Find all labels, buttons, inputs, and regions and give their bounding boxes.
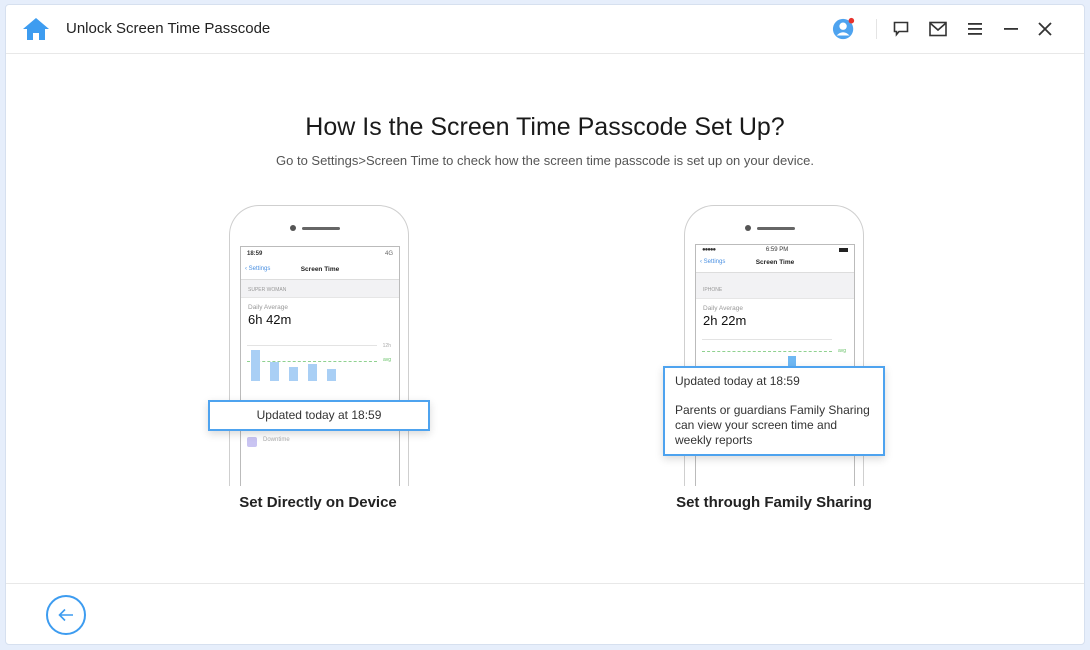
notification-dot <box>848 17 855 24</box>
avg-label: avg <box>837 348 846 354</box>
feedback-button[interactable] <box>889 17 913 41</box>
daily-average-value: 6h 42m <box>248 312 292 327</box>
nav-title: Screen Time <box>300 266 340 273</box>
chart-average-line <box>702 351 832 352</box>
home-icon[interactable] <box>22 17 50 41</box>
status-time: 6:59 PM <box>765 246 789 253</box>
page-heading: How Is the Screen Time Passcode Set Up? <box>305 113 785 141</box>
title-bar: Unlock Screen Time Passcode <box>6 5 1084 54</box>
section-header: IPHONE <box>696 273 854 299</box>
close-icon <box>1038 22 1052 36</box>
update-callout: Updated today at 18:59 <box>208 400 430 431</box>
account-button[interactable] <box>832 17 856 41</box>
mail-button[interactable] <box>926 17 950 41</box>
axis-top-label: 12h <box>382 343 391 349</box>
chart-gridline <box>247 345 377 346</box>
status-bar: ●●●●● 6:59 PM <box>696 245 854 254</box>
chart-bar <box>327 369 336 381</box>
chart-bar <box>289 367 298 381</box>
chat-bubble-icon <box>893 21 909 37</box>
user-account-icon <box>832 17 855 40</box>
phone-speaker <box>302 227 340 230</box>
callout-updated-text: Updated today at 18:59 <box>256 408 382 422</box>
option-caption[interactable]: Set through Family Sharing <box>644 494 904 511</box>
phone-screen: 18:59 4G ‹ Settings Screen Time SUPER WO… <box>240 246 400 486</box>
chart-gridline <box>702 339 832 340</box>
option-caption[interactable]: Set Directly on Device <box>198 494 438 511</box>
phone-camera <box>290 225 296 231</box>
nav-title: Screen Time <box>755 259 795 266</box>
status-time: 18:59 <box>247 251 263 257</box>
app-title: Unlock Screen Time Passcode <box>66 20 271 37</box>
downtime-icon <box>247 437 257 447</box>
daily-average-label: Daily Average <box>703 305 743 312</box>
page-subheading: Go to Settings>Screen Time to check how … <box>276 153 814 168</box>
signal-dots: ●●●●● <box>702 246 716 253</box>
footer-divider <box>6 583 1084 584</box>
nav-bar: ‹ Settings Screen Time <box>696 254 854 273</box>
app-window: Unlock Screen Time Passcode How Is the S… <box>5 4 1085 645</box>
chart-bar <box>270 362 279 381</box>
daily-average-label: Daily Average <box>248 304 288 311</box>
chart-average-line <box>247 361 377 363</box>
battery-icon <box>838 247 848 252</box>
minimize-button[interactable] <box>999 17 1023 41</box>
callout-description: Parents or guardians Family Sharing can … <box>675 403 870 447</box>
phone-camera <box>745 225 751 231</box>
hamburger-menu-icon <box>968 23 982 35</box>
family-sharing-callout: Updated today at 18:59 Parents or guardi… <box>663 366 885 456</box>
chart-bar <box>308 364 317 381</box>
daily-average-value: 2h 22m <box>703 313 747 328</box>
back-button[interactable] <box>46 595 86 635</box>
callout-updated-text: Updated today at 18:59 <box>675 374 800 388</box>
mail-icon <box>929 21 947 37</box>
chart-bar <box>251 350 260 381</box>
menu-button[interactable] <box>963 17 987 41</box>
usage-chart: avg <box>702 337 848 368</box>
close-button[interactable] <box>1033 17 1057 41</box>
downtime-label: Downtime <box>263 437 290 443</box>
minimize-icon <box>1004 28 1018 30</box>
titlebar-divider <box>876 19 877 39</box>
nav-bar: ‹ Settings Screen Time <box>241 261 399 280</box>
status-bar: 18:59 4G <box>241 247 399 261</box>
avg-label: avg <box>382 357 391 363</box>
status-network: 4G <box>384 251 393 257</box>
phone-illustration: 18:59 4G ‹ Settings Screen Time SUPER WO… <box>229 205 409 486</box>
usage-chart: 12h avg <box>247 343 393 387</box>
arrow-left-icon <box>58 608 73 622</box>
screen-fade <box>241 447 399 486</box>
section-header: SUPER WOMAN <box>241 280 399 298</box>
phone-speaker <box>757 227 795 230</box>
